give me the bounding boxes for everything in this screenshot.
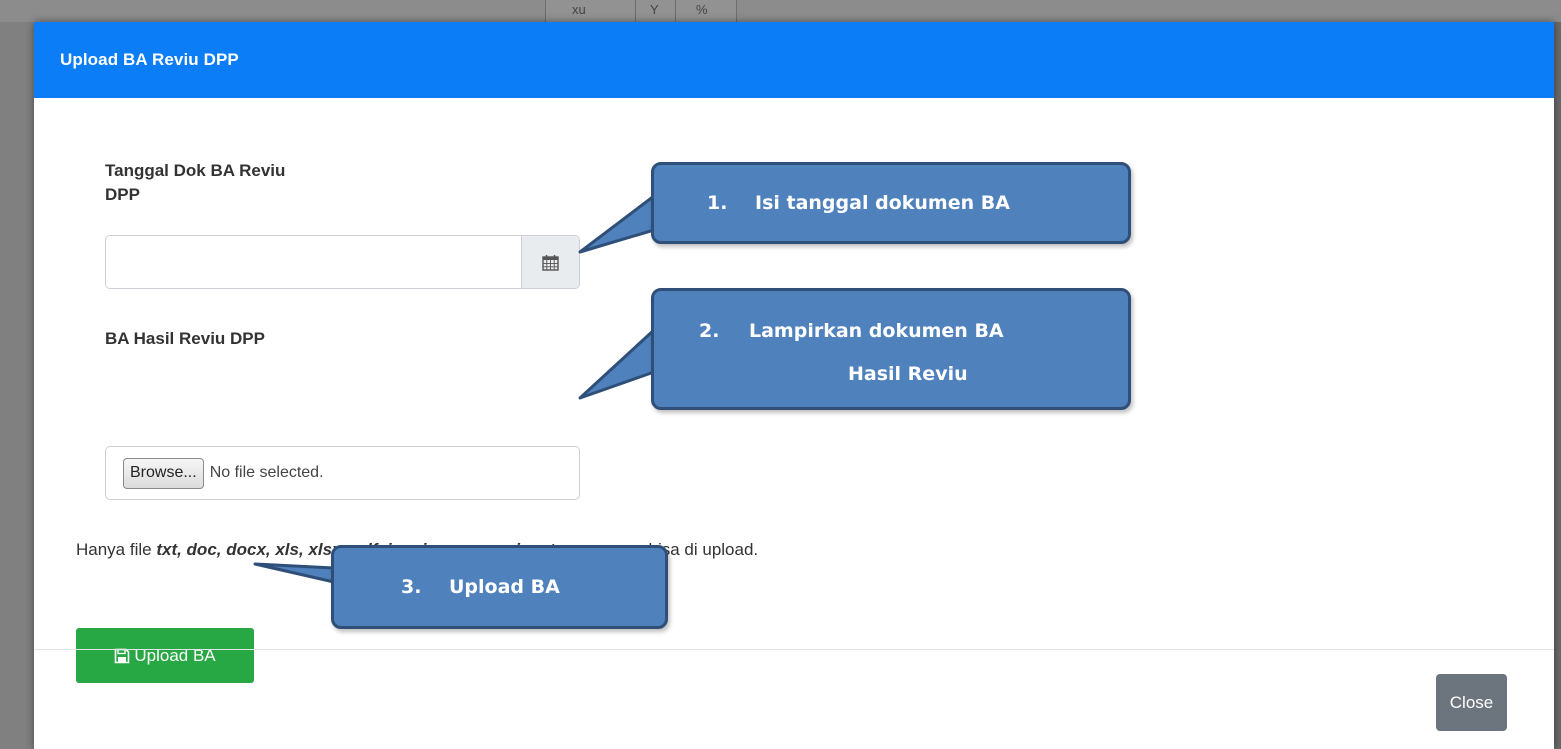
callout-1: 1. Isi tanggal dokumen BA — [651, 162, 1131, 244]
callout-3: 3. Upload BA — [331, 545, 668, 629]
callout-2-number: 2. — [699, 320, 720, 342]
callout-2-line2: Hasil Reviu — [848, 363, 968, 385]
callout-1-text: Isi tanggal dokumen BA — [755, 192, 1010, 214]
callout-2: 2. Lampirkan dokumen BA Hasil Reviu — [651, 288, 1131, 410]
callout-3-text: Upload BA — [449, 576, 560, 598]
callout-3-number: 3. — [401, 576, 422, 598]
callout-1-pointer — [578, 194, 656, 254]
callout-1-number: 1. — [707, 192, 728, 214]
callout-2-line1: Lampirkan dokumen BA — [749, 320, 1004, 342]
callout-2-pointer — [578, 328, 656, 400]
callout-3-pointer — [253, 562, 336, 584]
